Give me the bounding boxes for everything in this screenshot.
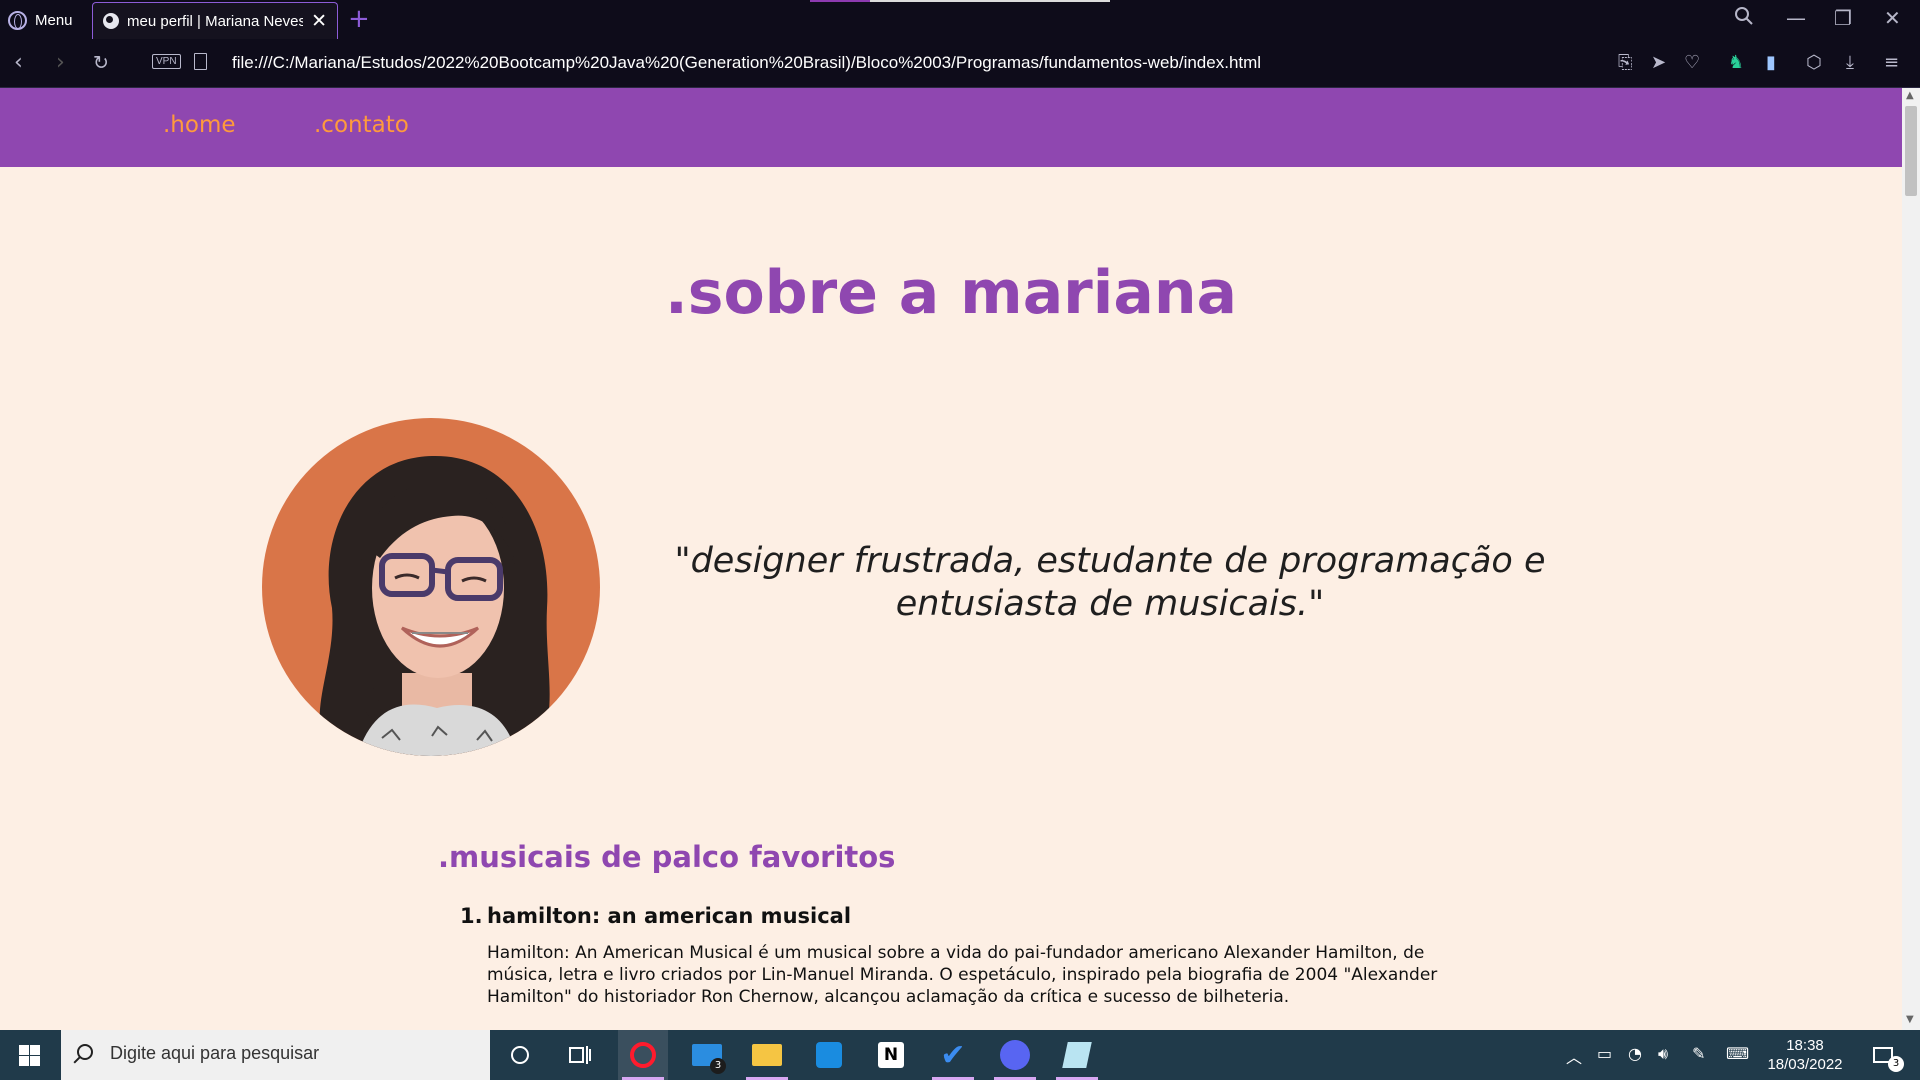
url-input[interactable]: file:///C:/Mariana/Estudos/2022%20Bootca…: [232, 51, 1261, 75]
search-tabs-icon[interactable]: [1734, 6, 1754, 31]
browser-menu-label: Menu: [35, 11, 73, 29]
volume-icon[interactable]: 🔊︎: [1658, 1044, 1668, 1064]
clock-date: 18/03/2022: [1767, 1056, 1843, 1073]
close-window-button[interactable]: ✕: [1884, 6, 1901, 30]
search-icon: [77, 1044, 93, 1060]
taskbar-search-placeholder: Digite aqui para pesquisar: [110, 1043, 320, 1063]
page-viewport: .home .contato .sobre a mariana "designe…: [0, 88, 1902, 1030]
tab-title: meu perfil | Mariana Neves: [127, 12, 304, 30]
network-icon[interactable]: ◔: [1628, 1044, 1642, 1063]
send-icon[interactable]: ➤: [1651, 51, 1666, 75]
battery-icon[interactable]: ▭: [1597, 1044, 1612, 1063]
taskbar-opera-icon[interactable]: [618, 1030, 668, 1080]
back-arrow-icon[interactable]: ‹: [14, 50, 23, 76]
extension-icon[interactable]: ♞: [1728, 51, 1744, 75]
taskbar-notepad-icon[interactable]: [1052, 1030, 1102, 1080]
loading-indicator: [810, 0, 1110, 2]
clipboard-icon[interactable]: ▮: [1766, 51, 1776, 75]
forward-arrow-icon[interactable]: ›: [56, 50, 65, 76]
page-title: .sobre a mariana: [664, 258, 1238, 328]
opera-logo-icon: [8, 10, 27, 30]
mail-badge: 3: [710, 1058, 726, 1074]
restore-window-button[interactable]: ❐: [1834, 6, 1852, 30]
new-tab-button[interactable]: +: [348, 6, 370, 32]
show-hidden-icons-chevron-up-icon[interactable]: ︿: [1566, 1044, 1582, 1068]
taskbar-search-box[interactable]: Digite aqui para pesquisar: [61, 1030, 490, 1080]
browser-menu-button[interactable]: Menu: [8, 7, 73, 33]
reload-icon[interactable]: ↻: [93, 50, 109, 76]
pen-icon[interactable]: ✎: [1692, 1044, 1705, 1063]
profile-quote: "designer frustrada, estudante de progra…: [640, 540, 1580, 626]
cube-icon[interactable]: ⬡: [1806, 51, 1822, 75]
scroll-up-arrow-icon[interactable]: ▲: [1906, 90, 1914, 101]
task-view-icon[interactable]: [555, 1030, 605, 1080]
browser-tab-bar: Menu meu perfil | Mariana Neves ✕ + — ❐ …: [0, 0, 1920, 39]
notifications-badge: 3: [1888, 1056, 1904, 1072]
snapshot-icon[interactable]: ⎘: [1618, 51, 1632, 75]
taskbar-file-explorer-icon[interactable]: [742, 1030, 792, 1080]
windows-taskbar: Digite aqui para pesquisar 3 N ✔ ︿ ▭ ◔ 🔊…: [0, 1030, 1920, 1080]
musical-description: Hamilton: An American Musical é um music…: [487, 943, 1438, 1007]
nav-link-home[interactable]: .home: [163, 112, 236, 138]
globe-icon: [103, 13, 119, 29]
notifications-icon[interactable]: 3: [1858, 1030, 1908, 1080]
windows-start-button[interactable]: [19, 1045, 40, 1066]
taskbar-discord-icon[interactable]: [990, 1030, 1040, 1080]
scroll-down-arrow-icon[interactable]: ▼: [1906, 1014, 1914, 1025]
nav-link-contato[interactable]: .contato: [314, 112, 409, 138]
browser-address-bar: ‹ › ↻ VPN file:///C:/Mariana/Estudos/202…: [0, 39, 1920, 88]
clock-time: 18:38: [1786, 1037, 1824, 1054]
cortana-icon[interactable]: [495, 1030, 545, 1080]
download-icon[interactable]: ⤓: [1846, 51, 1854, 75]
close-tab-icon[interactable]: ✕: [311, 12, 327, 31]
quote-line-2: entusiasta de musicais.": [895, 584, 1325, 624]
heart-icon[interactable]: ♡: [1684, 51, 1700, 75]
taskbar-todo-icon[interactable]: ✔: [928, 1030, 978, 1080]
file-icon: [194, 53, 207, 70]
musicals-section-title: .musicais de palco favoritos: [438, 840, 896, 874]
taskbar-notion-icon[interactable]: N: [866, 1030, 916, 1080]
taskbar-mail-icon[interactable]: 3: [682, 1030, 732, 1080]
list-item-number: 1.: [460, 904, 483, 928]
minimize-window-button[interactable]: —: [1786, 6, 1806, 30]
easy-setup-icon[interactable]: ≡: [1884, 51, 1899, 75]
site-navbar: .home .contato: [0, 88, 1902, 167]
keyboard-icon[interactable]: ⌨: [1726, 1044, 1749, 1063]
taskbar-trello-icon[interactable]: [804, 1030, 854, 1080]
profile-photo-illustration: [319, 455, 550, 756]
musical-title: hamilton: an american musical: [487, 904, 852, 928]
browser-tab[interactable]: meu perfil | Mariana Neves ✕: [92, 2, 338, 39]
scrollbar-thumb[interactable]: [1905, 106, 1917, 196]
page-scrollbar[interactable]: ▲ ▼: [1902, 88, 1920, 1030]
quote-line-1: "designer frustrada, estudante de progra…: [674, 541, 1546, 581]
profile-photo: [262, 418, 600, 756]
taskbar-clock[interactable]: 18:38 18/03/2022: [1760, 1036, 1850, 1074]
vpn-badge[interactable]: VPN: [152, 54, 181, 69]
